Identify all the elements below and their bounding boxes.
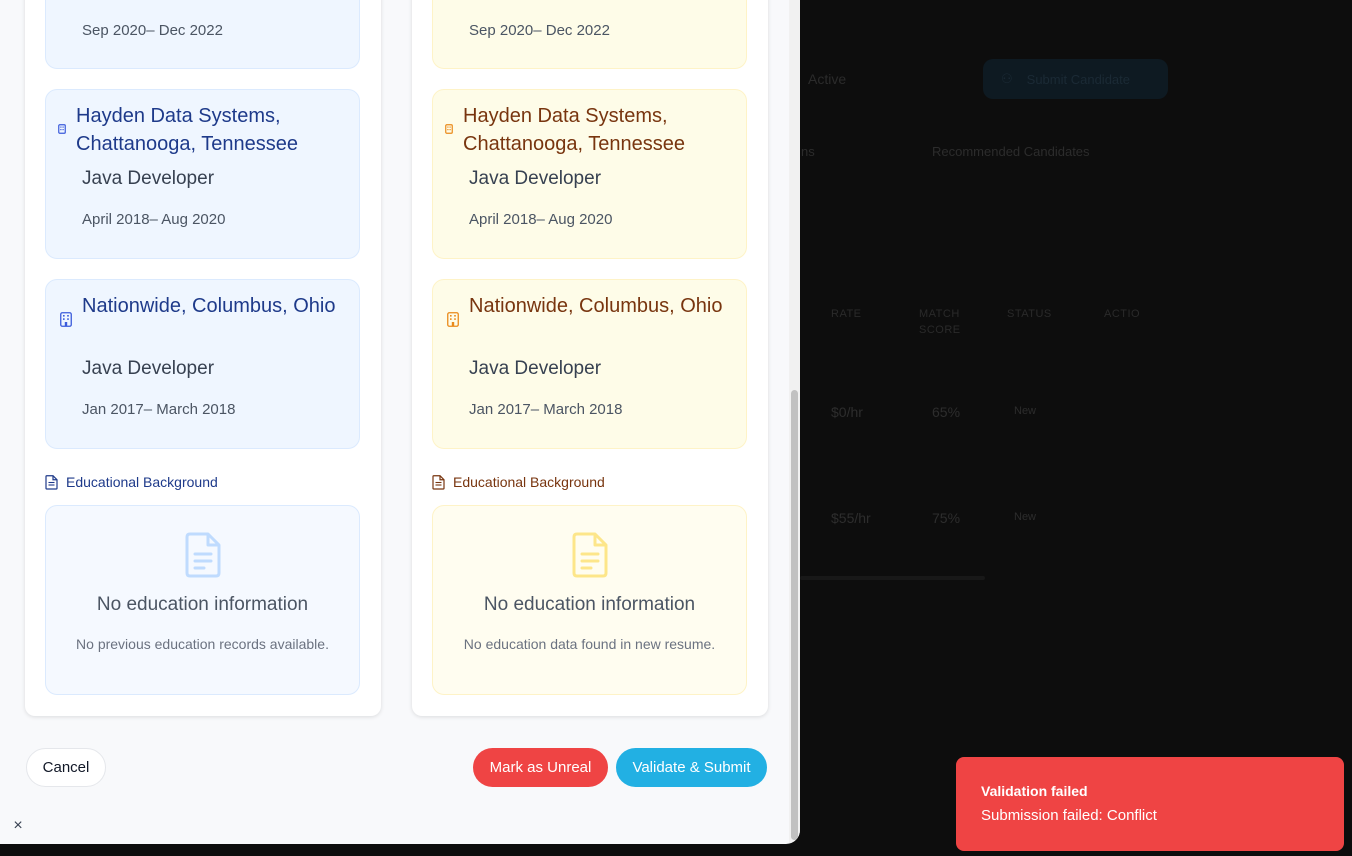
experience-card: Hayden Data Systems, Chattanooga, Tennes…	[432, 89, 747, 259]
header-rate: RATE	[831, 308, 862, 320]
header-actions: ACTIO	[1104, 308, 1141, 320]
user-plus-icon: ⚇	[1001, 71, 1013, 86]
document-icon	[572, 532, 608, 578]
header-status: STATUS	[1007, 308, 1052, 320]
education-label-text: Educational Background	[453, 474, 605, 490]
experience-role: Java Developer	[82, 358, 215, 379]
resume-compare-modal: Sep 2020– Dec 2022 Hayden Data Systems, …	[0, 0, 800, 844]
experience-role: Java Developer	[82, 168, 215, 189]
previous-resume-panel: Sep 2020– Dec 2022 Hayden Data Systems, …	[25, 0, 381, 716]
mark-as-unreal-button[interactable]: Mark as Unreal	[473, 748, 608, 787]
experience-company: Hayden Data Systems, Chattanooga, Tennes…	[463, 105, 686, 155]
experience-date: April 2018– Aug 2020	[82, 211, 226, 228]
experience-role: Java Developer	[469, 358, 602, 379]
row1-rate: $0/hr	[831, 404, 863, 420]
header-match-score: MATCH SCORE	[919, 308, 961, 336]
cancel-button[interactable]: Cancel	[26, 748, 106, 787]
experience-card: Nationwide, Columbus, Ohio Java Develope…	[45, 279, 360, 449]
status-select: Active	[800, 60, 965, 98]
new-resume-panel: Sep 2020– Dec 2022 Hayden Data Systems, …	[412, 0, 768, 716]
building-icon	[60, 312, 72, 327]
submit-candidate-label: Submit Candidate	[1026, 71, 1130, 87]
status-select-value: Active	[808, 71, 847, 87]
experience-role: Java Developer	[469, 168, 602, 189]
education-label-text: Educational Background	[66, 474, 218, 490]
submit-candidate-button: ⚇ Submit Candidate	[983, 59, 1168, 99]
education-empty-state: No education information No education da…	[432, 505, 747, 695]
tab-recommended-candidates: Recommended Candidates	[932, 144, 1090, 159]
empty-subtitle: No education data found in new resume.	[463, 636, 716, 652]
error-toast[interactable]: Validation failed Submission failed: Con…	[956, 757, 1344, 851]
experience-card: Sep 2020– Dec 2022	[45, 0, 360, 69]
education-empty-state: No education information No previous edu…	[45, 505, 360, 695]
document-icon	[45, 474, 58, 490]
empty-title: No education information	[483, 594, 696, 615]
row1-match: 65%	[932, 404, 961, 420]
experience-date: Jan 2017– March 2018	[82, 401, 236, 418]
education-section-label: Educational Background	[432, 474, 605, 490]
row1-status: New	[1014, 405, 1037, 417]
experience-card: Sep 2020– Dec 2022	[432, 0, 747, 69]
toast-description: Submission failed: Conflict	[981, 807, 1157, 824]
modal-scrollbar-thumb[interactable]	[791, 390, 798, 840]
experience-card: Hayden Data Systems, Chattanooga, Tennes…	[45, 89, 360, 259]
tab-partial: ns	[801, 144, 815, 159]
experience-company: Nationwide, Columbus, Ohio	[469, 295, 723, 317]
building-icon	[58, 124, 66, 134]
experience-date: April 2018– Aug 2020	[469, 211, 613, 228]
experience-card: Nationwide, Columbus, Ohio Java Develope…	[432, 279, 747, 449]
toast-title: Validation failed	[981, 783, 1088, 799]
building-icon	[447, 312, 459, 327]
document-icon	[185, 532, 221, 578]
row2-match: 75%	[932, 510, 961, 526]
row2-status: New	[1014, 511, 1037, 523]
experience-date: Sep 2020– Dec 2022	[469, 22, 610, 39]
empty-subtitle: No previous education records available.	[76, 636, 329, 652]
experience-company: Hayden Data Systems, Chattanooga, Tennes…	[76, 105, 299, 155]
experience-company: Nationwide, Columbus, Ohio	[82, 295, 336, 317]
row2-rate: $55/hr	[831, 510, 871, 526]
experience-date: Sep 2020– Dec 2022	[82, 22, 223, 39]
experience-date: Jan 2017– March 2018	[469, 401, 623, 418]
empty-title: No education information	[96, 594, 309, 615]
table-scrollbar	[800, 576, 985, 580]
document-icon	[432, 474, 445, 490]
validate-submit-button[interactable]: Validate & Submit	[616, 748, 767, 787]
building-icon	[445, 124, 453, 134]
close-icon[interactable]: ×	[10, 818, 26, 834]
education-section-label: Educational Background	[45, 474, 218, 490]
